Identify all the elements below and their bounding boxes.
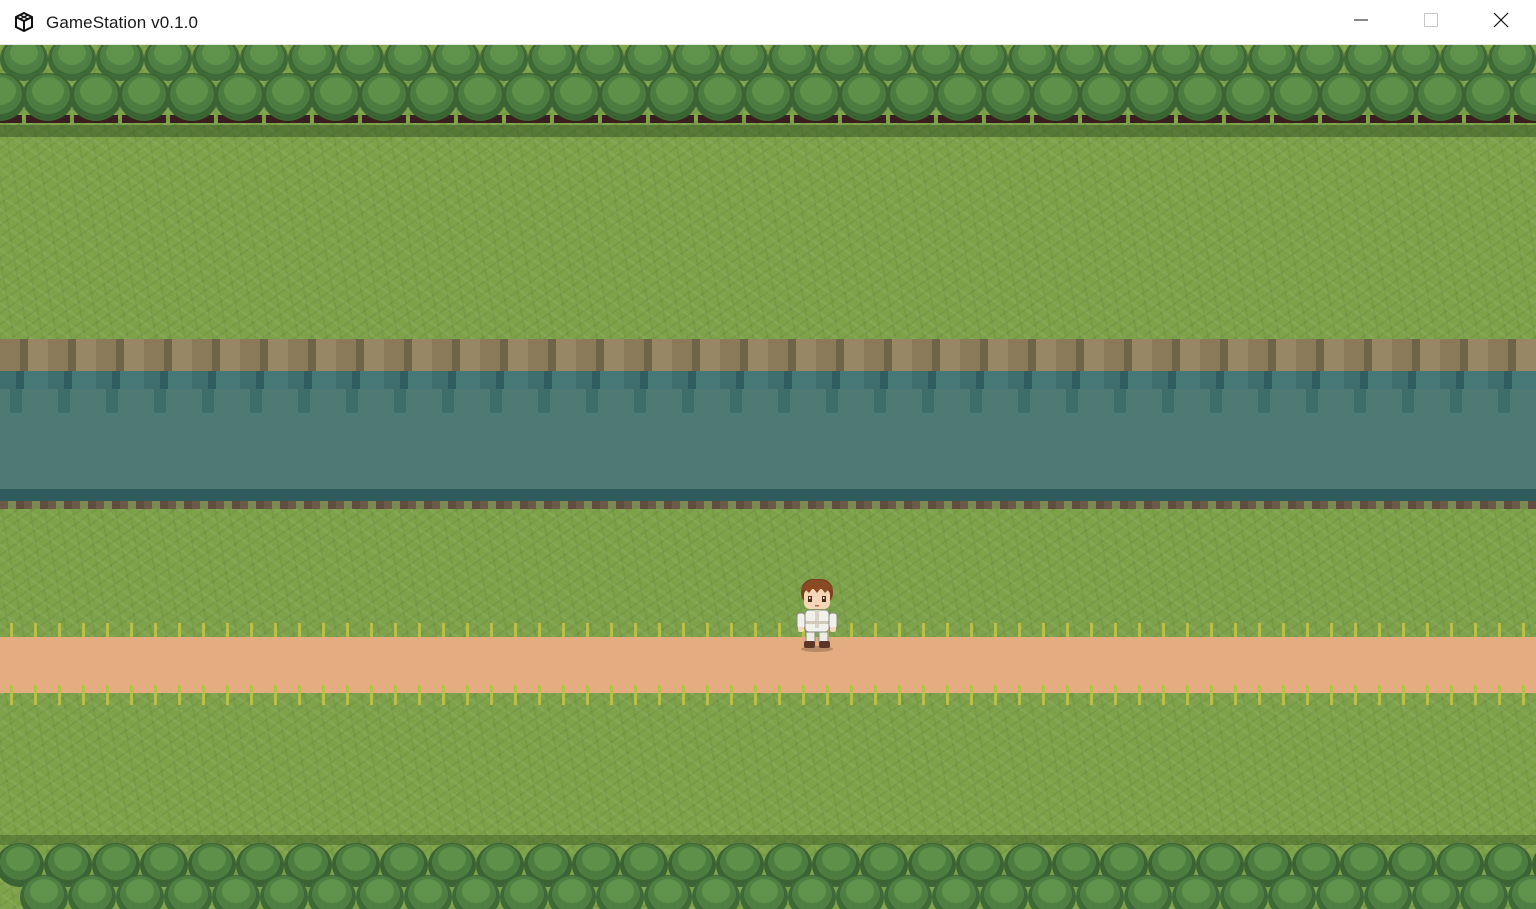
tree-icon <box>310 73 362 123</box>
tree-icon <box>790 73 842 123</box>
tree-icon <box>1030 73 1082 123</box>
hero-sprite <box>796 579 838 652</box>
cube-icon <box>13 11 35 33</box>
tree-icon <box>262 73 314 123</box>
game-viewport[interactable] <box>0 45 1536 909</box>
tree-icon <box>358 73 410 123</box>
tree-icon <box>118 73 170 123</box>
tree-icon <box>1222 73 1274 123</box>
tree-row-top <box>0 45 1536 137</box>
tree-icon <box>646 73 698 123</box>
river-ripples <box>0 389 1536 413</box>
tree-icon <box>22 73 74 123</box>
river-bank-top <box>0 339 1536 373</box>
minimize-button[interactable] <box>1326 0 1396 45</box>
tree-icon <box>1462 73 1514 123</box>
tree-row-bottom <box>0 835 1536 909</box>
river-bank-bottom <box>0 501 1536 509</box>
window-title: GameStation v0.1.0 <box>46 13 199 32</box>
path-edge-top <box>0 623 1536 637</box>
tree-icon <box>70 73 122 123</box>
tree-icon <box>934 73 986 123</box>
tree-icon <box>454 73 506 123</box>
player-character[interactable] <box>791 577 843 653</box>
tree-icon <box>1174 73 1226 123</box>
minimize-icon <box>1353 12 1369 33</box>
tree-icon <box>166 73 218 123</box>
path-edge-bottom <box>0 685 1536 705</box>
tree-icon <box>982 73 1034 123</box>
maximize-icon <box>1423 12 1439 33</box>
tree-icon <box>502 73 554 123</box>
tree-icon <box>406 73 458 123</box>
tree-icon <box>1126 73 1178 123</box>
tree-icon <box>1366 73 1418 123</box>
tree-icon <box>742 73 794 123</box>
maximize-button[interactable] <box>1396 0 1466 45</box>
tree-icon <box>1078 73 1130 123</box>
tree-icon <box>886 73 938 123</box>
tree-icon <box>1270 73 1322 123</box>
tree-icon <box>550 73 602 123</box>
tree-icon <box>838 73 890 123</box>
window-titlebar[interactable]: GameStation v0.1.0 <box>0 0 1536 45</box>
tree-icon <box>598 73 650 123</box>
close-button[interactable] <box>1466 0 1536 45</box>
close-icon <box>1493 12 1509 33</box>
tree-icon <box>1414 73 1466 123</box>
tree-icon <box>1318 73 1370 123</box>
tree-icon <box>694 73 746 123</box>
river-bottom-edge <box>0 489 1536 501</box>
tree-icon <box>214 73 266 123</box>
river-edge <box>0 371 1536 389</box>
